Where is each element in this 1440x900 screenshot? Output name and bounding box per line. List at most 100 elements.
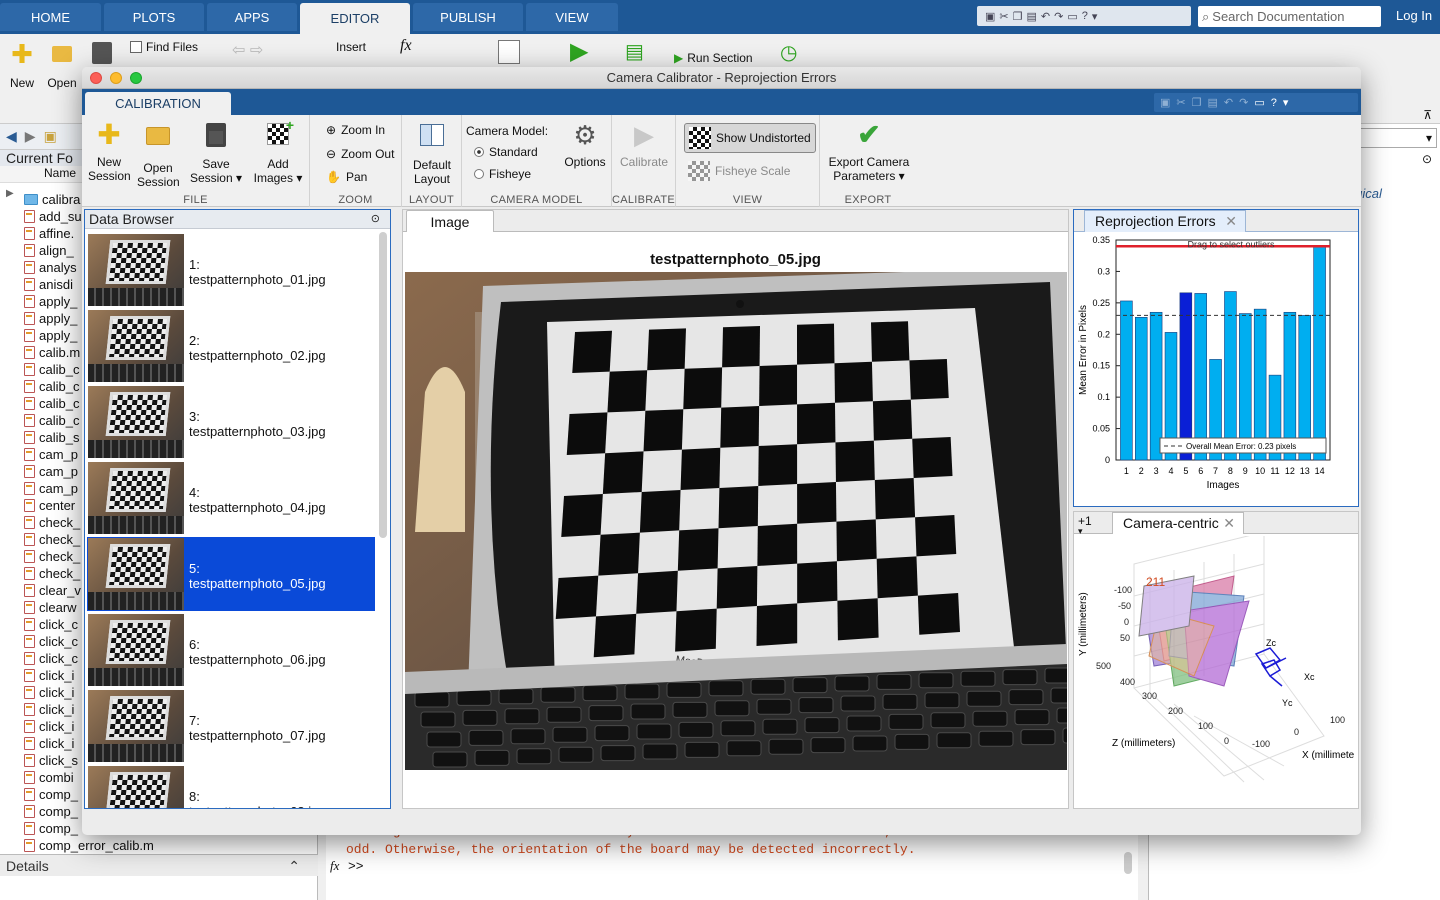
bar[interactable] xyxy=(1313,245,1326,461)
file-list-item[interactable]: calib_c xyxy=(24,361,79,378)
more-tabs-button[interactable]: +1 ▾ xyxy=(1078,514,1092,537)
run-time-icon[interactable]: ◷ xyxy=(780,40,797,65)
fx-icon[interactable]: fx xyxy=(400,37,412,55)
file-list-item[interactable]: apply_ xyxy=(24,327,77,344)
file-list-item[interactable]: check_ xyxy=(24,548,80,565)
file-list-item[interactable]: click_c xyxy=(24,650,78,667)
calibration-photo[interactable]: MacBook Air xyxy=(405,272,1067,770)
bar[interactable] xyxy=(1253,308,1267,461)
chevron-down-icon[interactable]: ▾ xyxy=(1092,10,1098,23)
options-button[interactable]: ⚙ Options xyxy=(562,121,608,169)
file-list-item[interactable]: cam_p xyxy=(24,463,78,480)
cut-icon[interactable]: ✂ xyxy=(999,10,1008,23)
tab-plots[interactable]: PLOTS xyxy=(104,3,204,31)
folder-up-icon[interactable]: ▣ xyxy=(44,128,57,145)
zoom-out-button[interactable]: ⊖ Zoom Out xyxy=(326,147,394,161)
file-list-item[interactable]: click_i xyxy=(24,701,74,718)
add-images-button[interactable]: + Add Images ▾ xyxy=(250,118,306,185)
file-list-item[interactable]: center xyxy=(24,497,75,514)
file-list-item[interactable]: calib_c xyxy=(24,412,79,429)
details-panel-header[interactable]: Details ⌃ xyxy=(0,854,318,876)
file-list-item[interactable]: click_s xyxy=(24,752,78,769)
standard-radio[interactable]: Standard xyxy=(474,145,538,159)
close-icon[interactable]: ✕ xyxy=(1223,513,1235,534)
file-list-item[interactable]: add_su xyxy=(24,208,82,225)
run-icon[interactable]: ▶ xyxy=(570,40,588,64)
back-arrow-icon[interactable]: ◀ xyxy=(6,128,17,145)
scrollbar[interactable] xyxy=(379,232,387,538)
scrollbar[interactable] xyxy=(1124,852,1132,874)
file-list-item[interactable]: click_i xyxy=(24,718,74,735)
copy-icon[interactable]: ❐ xyxy=(1013,10,1023,23)
tab-reprojection-errors[interactable]: Reprojection Errors ✕ xyxy=(1084,210,1246,232)
file-list-item[interactable]: analys xyxy=(24,259,77,276)
minimize-window-icon[interactable] xyxy=(110,72,122,84)
login-link[interactable]: Log In xyxy=(1396,8,1432,23)
pan-button[interactable]: ✋ Pan xyxy=(326,170,367,184)
file-list-item[interactable]: check_ xyxy=(24,514,80,531)
tab-camera-centric[interactable]: Camera-centric ✕ xyxy=(1112,512,1244,534)
find-files-button[interactable]: Find Files xyxy=(130,40,198,54)
image-list-item[interactable]: 3: testpatternphoto_03.jpg xyxy=(87,385,375,459)
file-list-item[interactable]: apply_ xyxy=(24,293,77,310)
file-list-item[interactable]: click_i xyxy=(24,735,74,752)
close-icon[interactable]: ✕ xyxy=(1225,211,1237,232)
file-list-item[interactable]: calibra xyxy=(24,191,80,208)
export-camera-parameters-button[interactable]: ✔ Export Camera Parameters ▾ xyxy=(824,121,914,184)
save-session-button[interactable]: Save Session ▾ xyxy=(188,121,244,185)
image-list-item[interactable]: 4: testpatternphoto_04.jpg xyxy=(87,461,375,535)
help-icon[interactable]: ? xyxy=(1082,10,1088,22)
file-list-item[interactable]: click_c xyxy=(24,633,78,650)
new-button[interactable]: ✚ New xyxy=(8,40,36,90)
chevron-down-icon[interactable]: ▾ xyxy=(1283,96,1289,109)
file-list-item[interactable]: clearw xyxy=(24,599,77,616)
calibrate-button[interactable]: ▶ Calibrate xyxy=(616,121,672,169)
bar[interactable] xyxy=(1194,293,1207,461)
camera-centric-plot[interactable]: 211 Xc Yc Zc -100 -50 0 50 500 400 300 2… xyxy=(1074,536,1358,808)
file-list-item[interactable]: calib_c xyxy=(24,378,79,395)
fisheye-radio[interactable]: Fisheye xyxy=(474,167,531,181)
command-prompt[interactable]: >> xyxy=(348,859,364,874)
undo-icon[interactable]: ↶ xyxy=(1224,96,1233,109)
tab-calibration[interactable]: CALIBRATION xyxy=(85,92,231,115)
minimize-icon[interactable]: ⊼ xyxy=(1423,108,1432,122)
open-button[interactable]: Open xyxy=(46,40,78,90)
image-list-item[interactable]: 5: testpatternphoto_05.jpg xyxy=(87,537,375,611)
file-list-item[interactable]: comp_ xyxy=(24,820,78,837)
show-undistorted-toggle[interactable]: Show Undistorted xyxy=(684,123,816,153)
file-list-item[interactable]: click_c xyxy=(24,616,78,633)
open-session-button[interactable]: Open Session xyxy=(137,121,180,189)
file-list-item[interactable]: click_i xyxy=(24,667,74,684)
expand-arrow-icon[interactable]: ▶ xyxy=(6,188,14,199)
back-forward-icon[interactable]: ⇦ ⇨ xyxy=(232,40,263,60)
dock-icon[interactable]: ▭ xyxy=(1254,96,1264,109)
fisheye-scale-button[interactable]: Fisheye Scale xyxy=(688,161,790,181)
section-icon[interactable] xyxy=(498,40,520,64)
fx-icon[interactable]: fx xyxy=(330,858,339,874)
close-window-icon[interactable] xyxy=(90,72,102,84)
bar[interactable] xyxy=(1120,300,1133,461)
tab-editor[interactable]: EDITOR xyxy=(300,3,410,34)
help-icon[interactable]: ? xyxy=(1271,97,1277,109)
file-list-item[interactable]: click_i xyxy=(24,684,74,701)
search-documentation-input[interactable]: ⌕ Search Documentation xyxy=(1198,6,1381,27)
file-list-item[interactable]: comp_ xyxy=(24,803,78,820)
chevron-up-icon[interactable]: ⌃ xyxy=(288,855,300,877)
insert-button[interactable]: Insert xyxy=(336,40,366,54)
save-icon[interactable]: ▣ xyxy=(985,10,995,23)
image-list-item[interactable]: 1: testpatternphoto_01.jpg xyxy=(87,233,375,307)
maximize-window-icon[interactable] xyxy=(130,72,142,84)
tab-image[interactable]: Image xyxy=(406,210,494,232)
zoom-in-button[interactable]: ⊕ Zoom In xyxy=(326,123,385,137)
reprojection-chart[interactable]: 00.050.10.150.20.250.30.351 2 3 4 5 6 7 8 9 10 11 1… xyxy=(1074,234,1358,506)
panel-menu-icon[interactable]: ⊙ xyxy=(1422,152,1432,166)
file-list-item[interactable]: comp_error_calib.m xyxy=(24,837,154,854)
cut-icon[interactable]: ✂ xyxy=(1176,96,1185,109)
bar[interactable] xyxy=(1135,317,1148,461)
image-list-item[interactable]: 2: testpatternphoto_02.jpg xyxy=(87,309,375,383)
tab-view[interactable]: VIEW xyxy=(526,3,618,31)
paste-icon[interactable]: ▤ xyxy=(1208,96,1218,109)
redo-icon[interactable]: ↷ xyxy=(1054,10,1063,23)
save-icon[interactable] xyxy=(92,42,112,64)
paste-icon[interactable]: ▤ xyxy=(1027,10,1037,23)
